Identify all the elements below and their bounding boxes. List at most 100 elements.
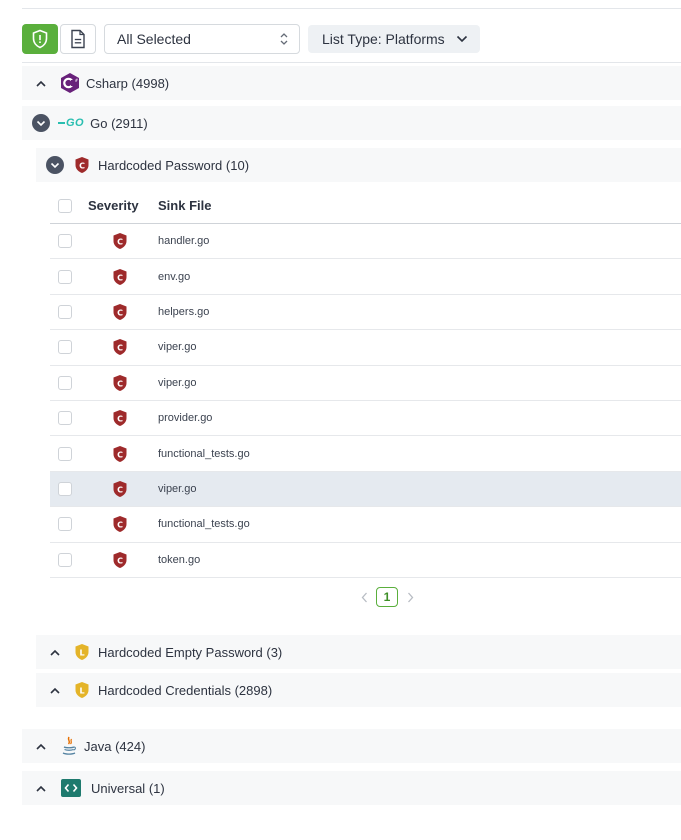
row-checkbox[interactable] <box>58 446 72 461</box>
severity-cell: C <box>80 374 152 392</box>
svg-text:C: C <box>117 450 123 459</box>
table-row[interactable]: Cviper.go <box>50 366 681 401</box>
language-row-go[interactable]: GO Go (2911) <box>22 106 681 140</box>
critical-severity-icon: C <box>113 410 127 427</box>
page-number-button[interactable]: 1 <box>376 587 398 607</box>
table-row[interactable]: Chelpers.go <box>50 295 681 331</box>
table-row[interactable]: Cenv.go <box>50 259 681 295</box>
expand-java-toggle[interactable] <box>22 743 60 750</box>
svg-text:C: C <box>117 556 123 565</box>
svg-text:C: C <box>117 308 123 317</box>
table-row[interactable]: Cfunctional_tests.go <box>50 436 681 472</box>
row-checkbox[interactable] <box>58 234 72 249</box>
sink-file-cell[interactable]: functional_tests.go <box>152 448 250 460</box>
row-checkbox[interactable] <box>58 269 72 284</box>
table-row[interactable]: Chandler.go <box>50 224 681 260</box>
table-body: Chandler.go Cenv.go Chelpers.go Cviper.go Cv… <box>50 224 681 578</box>
sink-file-cell[interactable]: helpers.go <box>152 306 209 318</box>
universal-label: Universal (1) <box>91 780 165 796</box>
row-checkbox[interactable] <box>58 411 72 426</box>
svg-text:C: C <box>117 379 123 388</box>
report-view-button[interactable] <box>60 24 96 54</box>
row-checkbox-cell <box>50 234 80 249</box>
low-severity-icon: L <box>75 644 89 660</box>
list-type-dropdown[interactable]: List Type: Platforms <box>308 25 480 53</box>
sink-file-column-header[interactable]: Sink File <box>152 198 211 213</box>
table-row[interactable]: Cprovider.go <box>50 401 681 437</box>
critical-severity-icon: C <box>113 339 127 356</box>
chevron-left-icon <box>361 592 367 602</box>
critical-severity-icon: C <box>113 445 127 462</box>
java-label: Java (424) <box>84 738 146 754</box>
critical-severity-icon: C <box>75 157 89 173</box>
row-checkbox[interactable] <box>58 304 72 319</box>
severity-cell: C <box>80 338 152 356</box>
next-page-button[interactable] <box>404 592 416 603</box>
row-checkbox[interactable] <box>58 375 72 390</box>
row-checkbox[interactable] <box>58 481 72 496</box>
prev-page-button[interactable] <box>358 592 370 603</box>
sink-file-cell[interactable]: viper.go <box>152 341 197 353</box>
sink-file-cell[interactable]: token.go <box>152 554 200 566</box>
issue-row-hardcoded-credentials[interactable]: L Hardcoded Credentials (2898) <box>36 673 681 707</box>
sink-file-cell[interactable]: functional_tests.go <box>152 518 250 530</box>
severity-column-header[interactable]: Severity <box>80 198 152 213</box>
svg-text:L: L <box>79 648 84 657</box>
chevron-up-icon <box>36 785 46 792</box>
toolbar: All Selected List Type: Platforms <box>22 24 480 54</box>
top-divider <box>22 8 681 9</box>
collapse-go-toggle[interactable] <box>22 114 60 132</box>
severity-cell: C <box>80 303 152 321</box>
sink-file-cell[interactable]: handler.go <box>152 235 209 247</box>
table-row[interactable]: Cfunctional_tests.go <box>50 507 681 543</box>
security-view-button[interactable] <box>22 24 58 54</box>
go-label: Go (2911) <box>90 115 148 131</box>
row-checkbox[interactable] <box>58 517 72 532</box>
collapse-hardcoded-password-toggle[interactable] <box>36 156 74 174</box>
expand-hardcoded-empty-password-toggle[interactable] <box>36 649 74 656</box>
row-checkbox[interactable] <box>58 340 72 355</box>
svg-text:L: L <box>79 686 84 695</box>
filter-select[interactable]: All Selected <box>104 24 300 54</box>
sort-arrows-icon <box>280 33 288 45</box>
hardcoded-password-label: Hardcoded Password (10) <box>98 157 250 173</box>
issue-row-hardcoded-password[interactable]: C Hardcoded Password (10) <box>36 148 681 182</box>
svg-text:C: C <box>117 273 123 282</box>
critical-severity-icon: C <box>113 374 127 391</box>
chevron-up-icon <box>50 649 60 656</box>
chevron-up-icon <box>36 743 46 750</box>
row-checkbox-cell <box>50 552 80 567</box>
chevron-right-icon <box>407 592 413 602</box>
language-row-universal[interactable]: Universal (1) <box>22 771 681 805</box>
expand-csharp-toggle[interactable] <box>22 80 60 87</box>
select-all-checkbox[interactable] <box>58 198 72 213</box>
chevron-up-icon <box>36 80 46 87</box>
shield-icon <box>32 29 48 49</box>
hardcoded-credentials-label: Hardcoded Credentials (2898) <box>98 682 273 698</box>
sink-file-cell[interactable]: viper.go <box>152 483 197 495</box>
row-checkbox-cell <box>50 375 80 390</box>
expand-universal-toggle[interactable] <box>22 785 60 792</box>
severity-cell: C <box>80 551 152 569</box>
findings-table: Severity Sink File Chandler.go Cenv.go Che… <box>50 188 681 578</box>
row-checkbox-cell <box>50 481 80 496</box>
filter-select-value: All Selected <box>117 31 191 47</box>
sink-file-cell[interactable]: viper.go <box>152 377 197 389</box>
table-row[interactable]: Ctoken.go <box>50 543 681 578</box>
sink-file-cell[interactable]: provider.go <box>152 412 212 424</box>
language-row-csharp[interactable]: # Csharp (4998) <box>22 66 681 100</box>
row-checkbox-cell <box>50 269 80 284</box>
issue-row-hardcoded-empty-password[interactable]: L Hardcoded Empty Password (3) <box>36 635 681 669</box>
sink-file-cell[interactable]: env.go <box>152 271 190 283</box>
toolbar-divider <box>22 62 681 63</box>
expand-hardcoded-credentials-toggle[interactable] <box>36 687 74 694</box>
svg-text:C: C <box>117 344 123 353</box>
low-severity-icon: L <box>75 682 89 698</box>
language-row-java[interactable]: Java (424) <box>22 729 681 763</box>
svg-text:C: C <box>117 414 123 423</box>
chevron-down-icon <box>50 162 60 168</box>
table-row[interactable]: Cviper.go <box>50 471 681 508</box>
row-checkbox[interactable] <box>58 552 72 567</box>
table-row[interactable]: Cviper.go <box>50 330 681 366</box>
critical-severity-icon: C <box>113 480 127 497</box>
